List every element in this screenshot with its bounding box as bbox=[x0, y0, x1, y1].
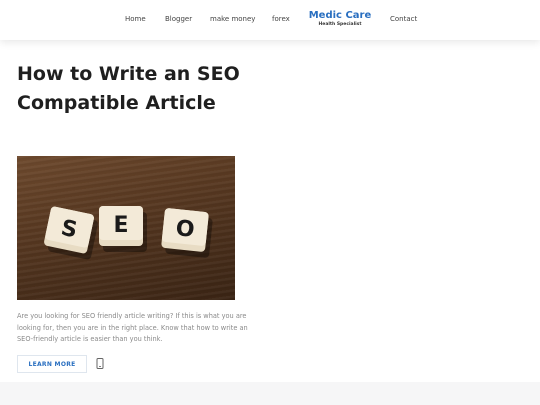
article-excerpt: Are you looking for SEO friendly article… bbox=[17, 312, 248, 343]
site-header: Home Blogger make money forex Medic Care… bbox=[0, 0, 540, 40]
mobile-share-icon[interactable] bbox=[96, 358, 104, 369]
learn-more-button[interactable]: LEARN MORE bbox=[17, 355, 87, 373]
tile-o: O bbox=[161, 208, 209, 252]
tile-e-letter: E bbox=[113, 213, 128, 238]
nav-link-forex[interactable]: forex bbox=[272, 15, 290, 23]
brand-name: Medic Care bbox=[308, 10, 372, 21]
nav-link-blogger[interactable]: Blogger bbox=[165, 15, 192, 23]
article-title[interactable]: How to Write an SEO Compatible Article bbox=[17, 60, 317, 118]
tile-o-letter: O bbox=[174, 216, 195, 243]
nav-link-home[interactable]: Home bbox=[125, 15, 146, 23]
site-logo[interactable]: Medic Care Health Specialist bbox=[304, 10, 376, 28]
seo-tiles-illustration: S E O bbox=[44, 206, 213, 260]
brand-tagline: Health Specialist bbox=[318, 22, 362, 27]
footer-strip bbox=[0, 382, 540, 405]
article-featured-image[interactable]: S E O bbox=[17, 156, 235, 300]
nav-link-contact[interactable]: Contact bbox=[390, 15, 417, 23]
nav-link-make-money[interactable]: make money bbox=[210, 15, 255, 23]
tile-e: E bbox=[99, 206, 143, 246]
